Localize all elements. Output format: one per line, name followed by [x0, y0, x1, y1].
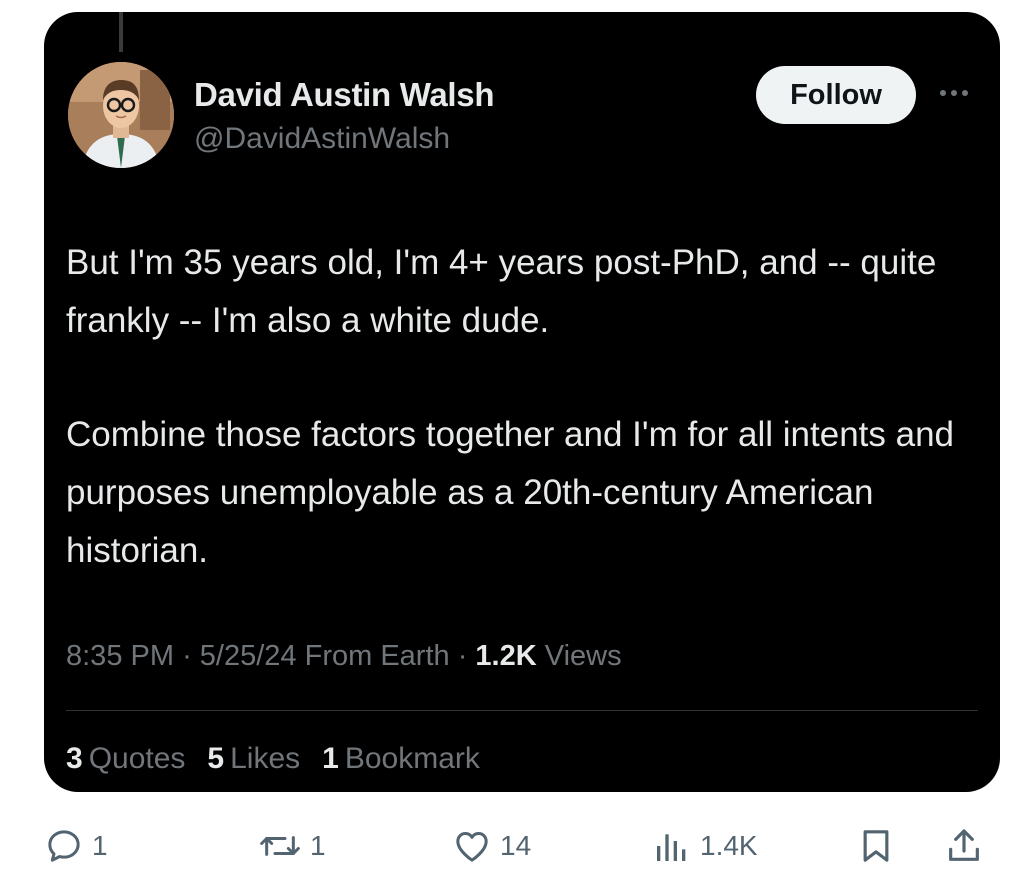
- tweet-source: From Earth: [304, 640, 450, 672]
- tweet-date[interactable]: 5/25/24: [200, 640, 297, 672]
- views-button[interactable]: 1.4K: [652, 824, 758, 868]
- tweet-paragraph-2: Combine those factors together and I'm f…: [66, 415, 955, 570]
- quotes-label: Quotes: [88, 742, 186, 775]
- follow-button[interactable]: Follow: [756, 66, 916, 124]
- tweet-text: But I'm 35 years old, I'm 4+ years post-…: [66, 234, 976, 580]
- more-icon[interactable]: [934, 78, 974, 108]
- bookmarks-label: Bookmark: [344, 742, 480, 775]
- action-bar: 1 1 14 1.4K: [0, 810, 1017, 880]
- divider: [66, 710, 978, 711]
- likes-count: 5: [207, 742, 225, 775]
- like-count: 14: [500, 830, 532, 861]
- meta-separator: ·: [182, 640, 200, 672]
- views-label: Views: [544, 640, 622, 672]
- share-icon: [949, 829, 979, 861]
- engagement-stats: 3 Quotes 5 Likes 1 Bookmark: [66, 742, 480, 776]
- thread-connector-line: [119, 12, 123, 52]
- bookmark-icon: [863, 830, 889, 862]
- views-icon: [657, 834, 686, 861]
- share-button[interactable]: [944, 824, 984, 868]
- meta-separator: ·: [457, 640, 476, 672]
- author-name[interactable]: David Austin Walsh: [194, 76, 495, 114]
- repost-button[interactable]: 1: [258, 824, 326, 868]
- tweet-meta: 8:35 PM · 5/25/24 From Earth · 1.2K View…: [66, 640, 622, 673]
- tweet-time[interactable]: 8:35 PM: [66, 640, 174, 672]
- reply-icon: [48, 830, 80, 862]
- repost-icon: [260, 836, 300, 856]
- views-count: 1.2K: [475, 640, 537, 672]
- likes-stat[interactable]: 5 Likes: [207, 742, 300, 776]
- reply-button[interactable]: 1: [44, 824, 108, 868]
- bookmarks-stat[interactable]: 1 Bookmark: [322, 742, 480, 776]
- likes-label: Likes: [230, 742, 301, 775]
- bookmark-button[interactable]: [856, 824, 896, 868]
- views-action-count: 1.4K: [700, 830, 758, 861]
- bookmarks-count: 1: [322, 742, 339, 775]
- quotes-stat[interactable]: 3 Quotes: [66, 742, 185, 776]
- like-icon: [456, 832, 488, 862]
- tweet-card: David Austin Walsh @DavidAstinWalsh Foll…: [44, 12, 1000, 792]
- like-button[interactable]: 14: [452, 824, 531, 868]
- avatar[interactable]: [68, 62, 174, 168]
- tweet-paragraph-1: But I'm 35 years old, I'm 4+ years post-…: [66, 243, 937, 340]
- repost-count: 1: [310, 830, 326, 861]
- reply-count: 1: [92, 830, 108, 861]
- author-handle[interactable]: @DavidAstinWalsh: [194, 122, 450, 156]
- quotes-count: 3: [66, 742, 83, 775]
